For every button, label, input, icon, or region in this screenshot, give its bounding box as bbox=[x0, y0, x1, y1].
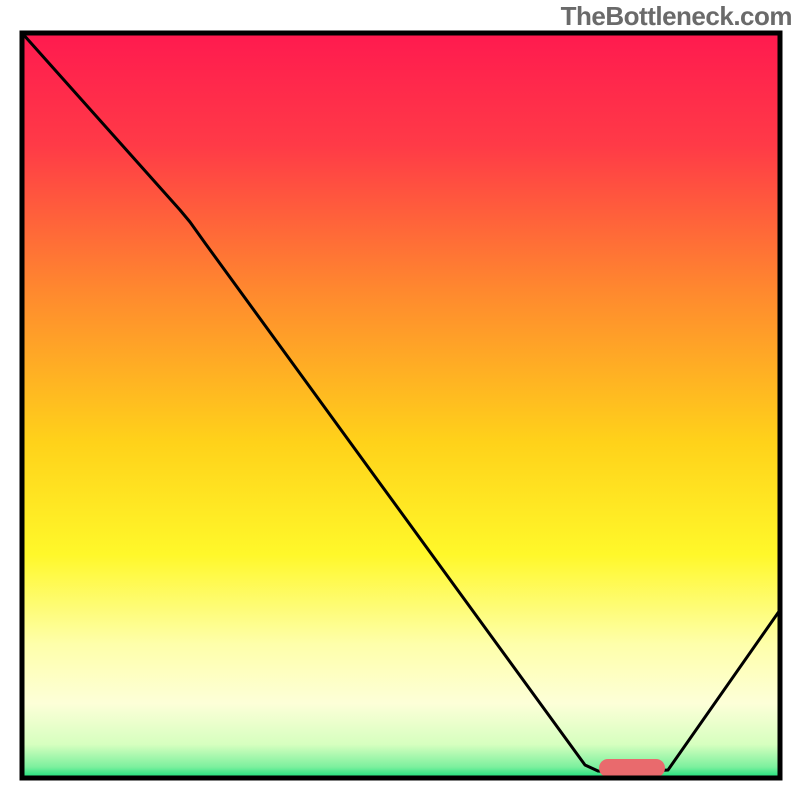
gradient-background bbox=[22, 33, 780, 778]
chart-container: { "watermark": "TheBottleneck.com", "cha… bbox=[0, 0, 800, 800]
bottleneck-chart bbox=[0, 0, 800, 800]
optimal-marker bbox=[599, 759, 665, 777]
watermark-label: TheBottleneck.com bbox=[561, 1, 792, 32]
